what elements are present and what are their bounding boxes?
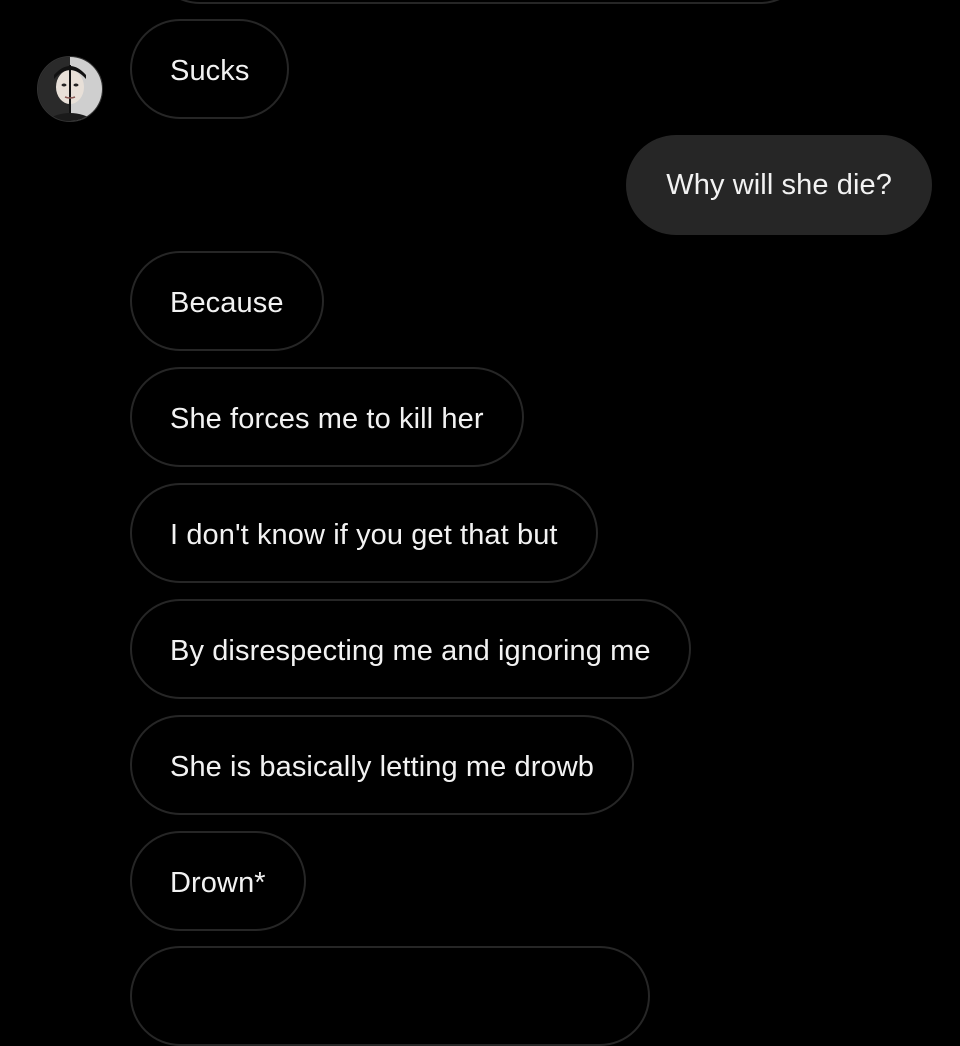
- message-bubble-received-partial[interactable]: [150, 0, 810, 4]
- message-thread: Sucks Why will she die? Because She forc…: [0, 0, 960, 1046]
- message-bubble-received[interactable]: I don't know if you get that but: [130, 483, 598, 583]
- message-bubble-received[interactable]: She is basically letting me drowb: [130, 715, 634, 815]
- contact-avatar[interactable]: [37, 56, 103, 122]
- message-bubble-received[interactable]: By disrespecting me and ignoring me: [130, 599, 691, 699]
- message-bubble-sent[interactable]: Why will she die?: [626, 135, 932, 235]
- message-bubble-received[interactable]: She forces me to kill her: [130, 367, 524, 467]
- message-bubble-received[interactable]: Because: [130, 251, 324, 351]
- message-bubble-received[interactable]: Drown*: [130, 831, 306, 931]
- message-bubble-received-partial[interactable]: [130, 946, 650, 1046]
- message-bubble-received[interactable]: Sucks: [130, 19, 290, 119]
- contact-avatar-icon: [38, 57, 102, 121]
